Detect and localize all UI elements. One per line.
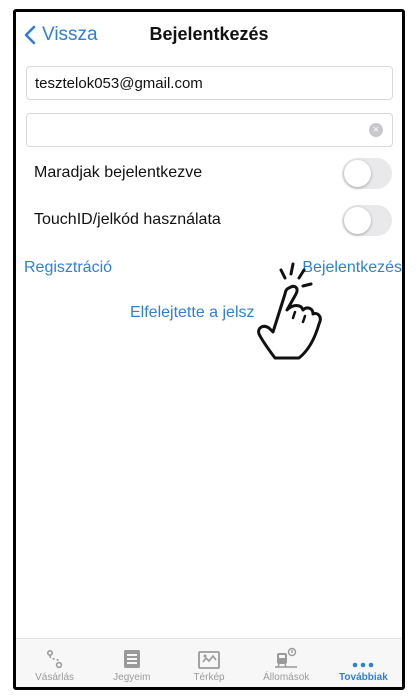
tab-tovabbiak[interactable]: Továbbiak [325, 639, 402, 687]
clear-icon[interactable]: × [369, 123, 383, 137]
stay-logged-in-toggle[interactable] [342, 157, 392, 189]
tab-vasarlas[interactable]: Vásárlás [16, 639, 93, 687]
page-title: Bejelentkezés [149, 24, 269, 44]
tab-label: Állomások [263, 672, 310, 683]
map-icon [198, 645, 220, 669]
forgot-password-link[interactable]: Elfelejtette a jelsz [130, 304, 255, 322]
touchid-row: TouchID/jelkód használata [34, 202, 392, 238]
password-field[interactable]: × [26, 113, 393, 147]
email-field[interactable] [26, 66, 393, 100]
touchid-toggle[interactable] [342, 204, 392, 236]
tab-jegyeim[interactable]: Jegyeim [93, 639, 170, 687]
route-icon [45, 645, 65, 669]
tab-label: Továbbiak [339, 672, 388, 683]
register-link[interactable]: Regisztráció [24, 259, 112, 277]
tab-bar: Vásárlás Jegyeim Térkép Állomások Tovább… [16, 638, 402, 687]
password-input[interactable] [35, 121, 384, 139]
tab-terkep[interactable]: Térkép [170, 639, 247, 687]
app-screen: Vissza Bejelentkezés × Maradjak bejelent… [13, 9, 405, 690]
stay-logged-in-label: Maradjak bejelentkezve [34, 164, 203, 181]
email-input[interactable] [35, 74, 384, 92]
tab-label: Térkép [193, 672, 225, 683]
station-icon [274, 645, 298, 669]
navigation-bar: Vissza Bejelentkezés [16, 12, 402, 58]
tab-label: Vásárlás [35, 672, 75, 683]
stay-logged-in-row: Maradjak bejelentkezve [34, 155, 392, 191]
toggle-knob [344, 159, 371, 187]
toggle-knob [344, 206, 371, 234]
tickets-icon [123, 645, 141, 669]
tab-label: Jegyeim [113, 672, 151, 683]
tap-hand-icon [249, 258, 329, 373]
more-icon [352, 645, 374, 669]
touchid-label: TouchID/jelkód használata [34, 211, 221, 228]
tab-allomasok[interactable]: Állomások [248, 639, 325, 687]
